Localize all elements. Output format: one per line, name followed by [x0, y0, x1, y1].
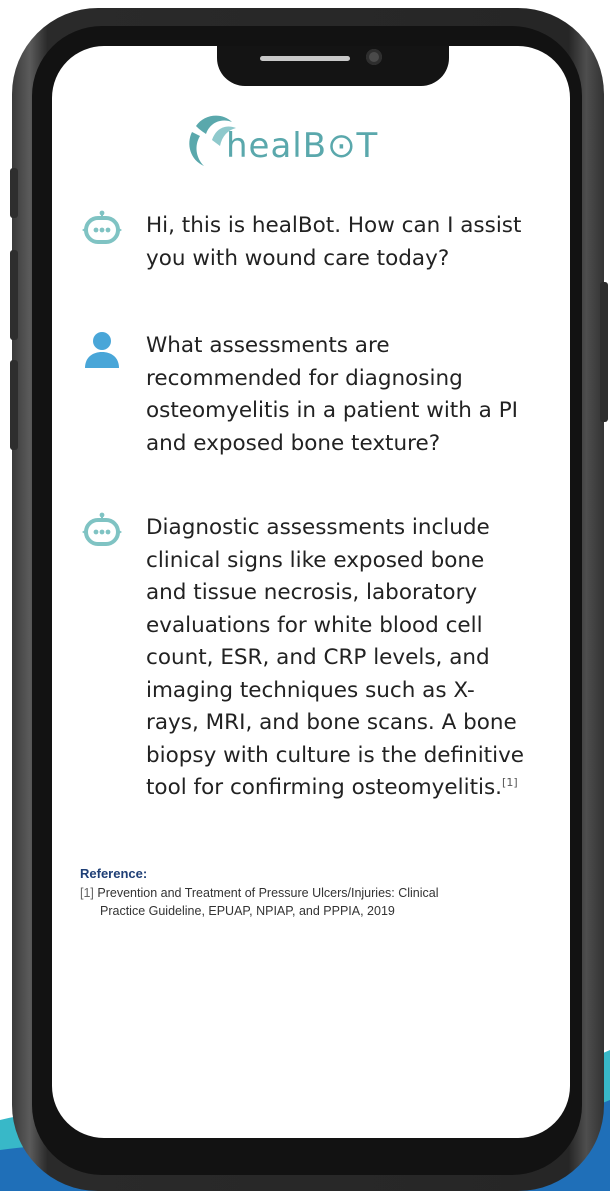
message-text: Hi, this is healBot. How can I assist yo… [146, 213, 522, 271]
logo-text: healB⊙T [226, 126, 379, 166]
healbot-logo: healB⊙T [186, 110, 426, 170]
reference-title: Reference: [80, 866, 148, 881]
reference-line-2: Practice Guideline, EPUAP, NPIAP, and PP… [100, 904, 395, 918]
front-camera [366, 49, 382, 65]
reference-number: [1] [80, 886, 94, 900]
message-body: Diagnostic assessments include clinical … [146, 515, 525, 800]
reference-item: [1] Prevention and Treatment of Pressure… [80, 884, 550, 902]
message-text: What assessments are recommended for dia… [146, 333, 518, 456]
volume-down-button [10, 360, 18, 450]
reference-line-1: Prevention and Treatment of Pressure Ulc… [97, 886, 439, 900]
mute-switch [10, 168, 18, 218]
robot-icon [82, 512, 122, 546]
speaker-grille [260, 56, 350, 61]
phone-screen: healB⊙T Hi, this is healBot. How can I a… [52, 46, 570, 1138]
reference-section: Reference: [1] Prevention and Treatment … [80, 866, 550, 920]
notch [217, 46, 449, 86]
volume-up-button [10, 250, 18, 340]
stage: healB⊙T Hi, this is healBot. How can I a… [0, 0, 610, 1191]
power-button [600, 282, 608, 422]
message-text: Diagnostic assessments include clinical … [146, 512, 526, 805]
robot-icon [82, 210, 122, 244]
user-icon [85, 332, 119, 368]
citation-marker[interactable]: [1] [502, 776, 518, 789]
